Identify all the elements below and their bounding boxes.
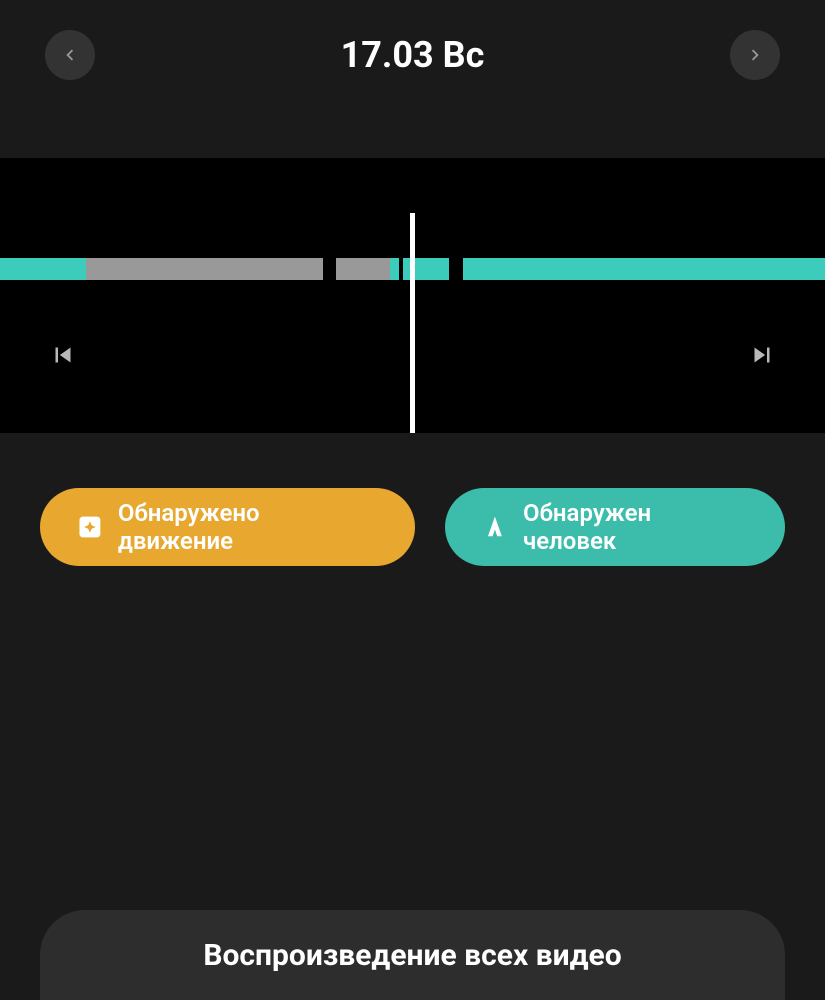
motion-filter-button[interactable]: Обнаружено движение	[40, 488, 415, 566]
timeline-segment	[463, 258, 825, 280]
timeline-segment	[86, 258, 323, 280]
skip-next-icon	[747, 340, 777, 370]
next-day-button[interactable]	[730, 30, 780, 80]
timeline-segment	[323, 258, 336, 280]
chevron-left-icon	[59, 44, 81, 66]
timeline-segment	[336, 258, 390, 280]
play-all-button[interactable]: Воспроизведение всех видео	[40, 910, 785, 1000]
next-clip-button[interactable]	[747, 340, 777, 374]
filter-label: Обнаружено движение	[118, 499, 379, 555]
timeline[interactable]	[0, 158, 825, 433]
timeline-segment	[449, 258, 463, 280]
timeline-segment	[0, 258, 86, 280]
play-all-label: Воспроизведение всех видео	[203, 938, 621, 973]
date-header: 17.03 Вс	[0, 0, 825, 110]
person-icon	[481, 513, 509, 541]
prev-clip-button[interactable]	[48, 340, 78, 374]
timeline-playhead[interactable]	[410, 213, 415, 433]
timeline-segment	[390, 258, 399, 280]
person-filter-button[interactable]: Обнаружен человек	[445, 488, 785, 566]
filter-label: Обнаружен человек	[523, 499, 749, 555]
filter-row: Обнаружено движение Обнаружен человек	[0, 433, 825, 566]
date-title: 17.03 Вс	[341, 34, 485, 76]
sparkle-icon	[76, 513, 104, 541]
chevron-right-icon	[744, 44, 766, 66]
prev-day-button[interactable]	[45, 30, 95, 80]
skip-previous-icon	[48, 340, 78, 370]
